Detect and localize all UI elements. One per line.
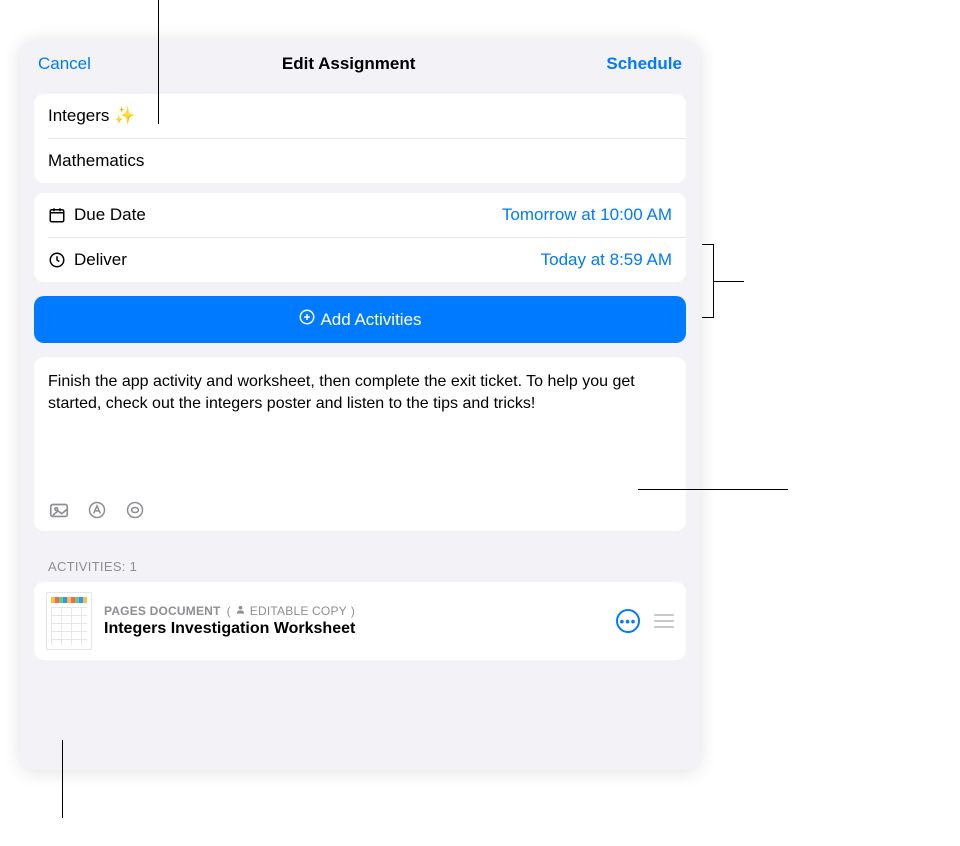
- person-icon: [235, 604, 246, 618]
- activity-more-button[interactable]: •••: [616, 609, 640, 633]
- activity-item[interactable]: PAGES DOCUMENT ( EDITABLE COPY) Integers…: [34, 582, 686, 660]
- activity-badge-label: EDITABLE COPY: [250, 604, 347, 618]
- activity-type-label: PAGES DOCUMENT: [104, 604, 221, 618]
- schedule-button[interactable]: Schedule: [606, 54, 682, 74]
- description-textarea[interactable]: Finish the app activity and worksheet, t…: [48, 371, 672, 481]
- calendar-icon: [48, 206, 66, 224]
- sheet-header: Cancel Edit Assignment Schedule: [20, 40, 700, 84]
- document-thumbnail-icon: [46, 592, 92, 650]
- deliver-label: Deliver: [74, 250, 127, 270]
- edit-assignment-sheet: Cancel Edit Assignment Schedule Integers…: [20, 40, 700, 770]
- due-date-row[interactable]: Due Date Tomorrow at 10:00 AM: [34, 193, 686, 237]
- clock-icon: [48, 251, 66, 269]
- assignment-class-text: Mathematics: [48, 151, 144, 171]
- assignment-info-card: Integers ✨ Mathematics: [34, 94, 686, 183]
- activity-info: PAGES DOCUMENT ( EDITABLE COPY) Integers…: [104, 604, 604, 638]
- deliver-row[interactable]: Deliver Today at 8:59 AM: [34, 238, 686, 282]
- deliver-value[interactable]: Today at 8:59 AM: [541, 250, 672, 270]
- callout-line: [714, 281, 744, 282]
- audio-icon[interactable]: [124, 499, 146, 521]
- description-card: Finish the app activity and worksheet, t…: [34, 357, 686, 531]
- due-date-label: Due Date: [74, 205, 146, 225]
- assignment-class-field[interactable]: Mathematics: [34, 139, 686, 183]
- sheet-title: Edit Assignment: [282, 54, 416, 74]
- due-date-value[interactable]: Tomorrow at 10:00 AM: [502, 205, 672, 225]
- drag-handle-icon[interactable]: [654, 614, 674, 628]
- photo-icon[interactable]: [48, 499, 70, 521]
- callout-line: [62, 740, 63, 818]
- attachment-toolbar: [48, 495, 672, 521]
- callout-line: [702, 244, 714, 318]
- activities-header: ACTIVITIES: 1: [48, 559, 672, 574]
- assignment-name-field[interactable]: Integers ✨: [34, 94, 686, 138]
- assignment-name-text: Integers ✨: [48, 106, 135, 126]
- add-activities-label: Add Activities: [320, 310, 421, 330]
- cancel-button[interactable]: Cancel: [38, 54, 91, 74]
- callout-line: [638, 489, 788, 490]
- add-activities-button[interactable]: Add Activities: [34, 296, 686, 343]
- activity-title: Integers Investigation Worksheet: [104, 620, 604, 638]
- markup-icon[interactable]: [86, 499, 108, 521]
- callout-line: [158, 0, 159, 124]
- dates-card: Due Date Tomorrow at 10:00 AM Deliver To…: [34, 193, 686, 282]
- plus-circle-icon: [298, 308, 316, 331]
